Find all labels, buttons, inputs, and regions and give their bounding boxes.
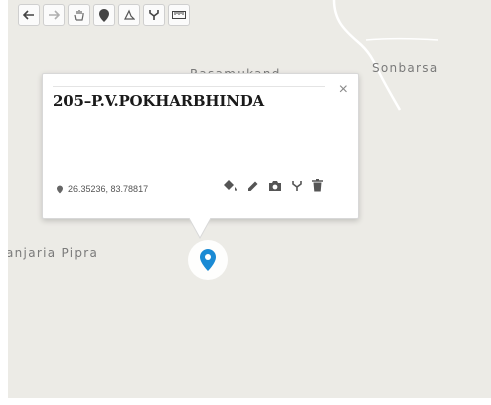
paint-bucket-icon — [224, 180, 237, 191]
pan-button[interactable] — [68, 4, 90, 26]
map-pin-icon — [200, 249, 216, 271]
popup-actions — [223, 179, 323, 192]
fork-button[interactable] — [143, 4, 165, 26]
draw-polygon-button[interactable] — [118, 4, 140, 26]
popup-pointer — [189, 218, 211, 240]
pencil-icon — [248, 181, 258, 191]
trash-icon — [312, 179, 323, 192]
style-button[interactable] — [223, 179, 238, 192]
edit-button[interactable] — [247, 180, 259, 192]
fork-icon — [292, 180, 302, 191]
photo-button[interactable] — [268, 180, 282, 192]
redo-icon — [49, 10, 60, 20]
fork-icon — [149, 10, 159, 20]
draw-polygon-icon — [124, 9, 135, 20]
close-button[interactable]: × — [339, 82, 348, 98]
undo-button[interactable] — [18, 4, 40, 26]
ruler-button[interactable] — [168, 4, 190, 26]
redo-button[interactable] — [43, 4, 65, 26]
pan-hand-icon — [74, 10, 84, 21]
drawing-toolbar — [18, 4, 190, 28]
place-label-sonbarsa: Sonbarsa — [372, 61, 439, 75]
location-popup: 205–P.V.POKHARBHINDA × 26.35236, 83.7881… — [42, 73, 359, 219]
pin-icon — [57, 185, 63, 193]
location-marker[interactable] — [188, 240, 228, 280]
popup-title: 205–P.V.POKHARBHINDA — [53, 92, 264, 110]
add-marker-button[interactable] — [93, 4, 115, 26]
coordinates-row: 26.35236, 83.78817 — [57, 184, 148, 194]
undo-icon — [23, 10, 34, 20]
split-button[interactable] — [291, 180, 303, 192]
camera-icon — [269, 180, 281, 191]
place-label-sanjaria-pipra: anjaria Pipra — [8, 246, 99, 260]
title-divider — [53, 86, 325, 87]
ruler-icon — [172, 11, 186, 19]
delete-button[interactable] — [312, 179, 323, 192]
marker-icon — [99, 8, 109, 22]
coordinates-text: 26.35236, 83.78817 — [68, 184, 149, 194]
